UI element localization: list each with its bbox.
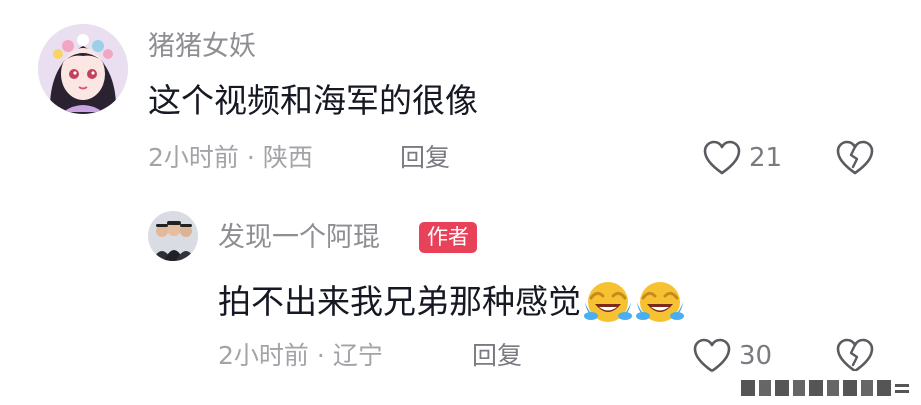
broken-heart-icon [836,140,874,175]
watermark-overlay [701,371,921,405]
meta-separator: · [316,341,325,370]
comment-meta: 2小时前 · 陕西 [148,145,313,170]
comment-time: 2小时前 [148,143,239,172]
group-photo-avatar-image [148,211,198,261]
reply-reply-button[interactable]: 回复 [472,343,522,368]
dislike-button[interactable] [836,140,874,180]
broken-heart-icon [836,338,874,373]
laughing-crying-emoji-icon [635,278,685,329]
comment-username[interactable]: 猪猪女妖 [148,33,256,60]
heart-outline-icon [703,140,741,175]
reply-time: 2小时前 [218,341,309,370]
user-avatar[interactable] [38,24,128,114]
reply-like-button[interactable]: 30 [693,338,772,374]
author-username[interactable]: 发现一个阿琨 [218,224,380,251]
reply-text-body: 拍不出来我兄弟那种感觉 [218,282,581,321]
meta-separator: · [246,143,255,172]
reply-meta: 2小时前 · 辽宁 [218,343,383,368]
anime-girl-avatar-image [38,24,128,114]
like-button[interactable]: 21 [703,140,782,176]
like-count: 21 [749,143,783,173]
reply-like-count: 30 [739,341,773,371]
reply-text: 拍不出来我兄弟那种感觉 [218,278,685,329]
laughing-crying-emoji-icon [583,278,633,329]
comment-section: 猪猪女妖 这个视频和海军的很像 2小时前 · 陕西 回复 21 发现一个阿琨 作… [0,0,921,405]
heart-outline-icon [693,338,731,373]
watermark-glyphs-icon [741,380,909,396]
comment-text: 这个视频和海军的很像 [148,81,478,120]
reply-button[interactable]: 回复 [400,145,450,170]
comment-location: 陕西 [262,143,313,172]
author-avatar[interactable] [148,211,198,261]
reply-location: 辽宁 [332,341,383,370]
author-badge: 作者 [419,222,477,253]
